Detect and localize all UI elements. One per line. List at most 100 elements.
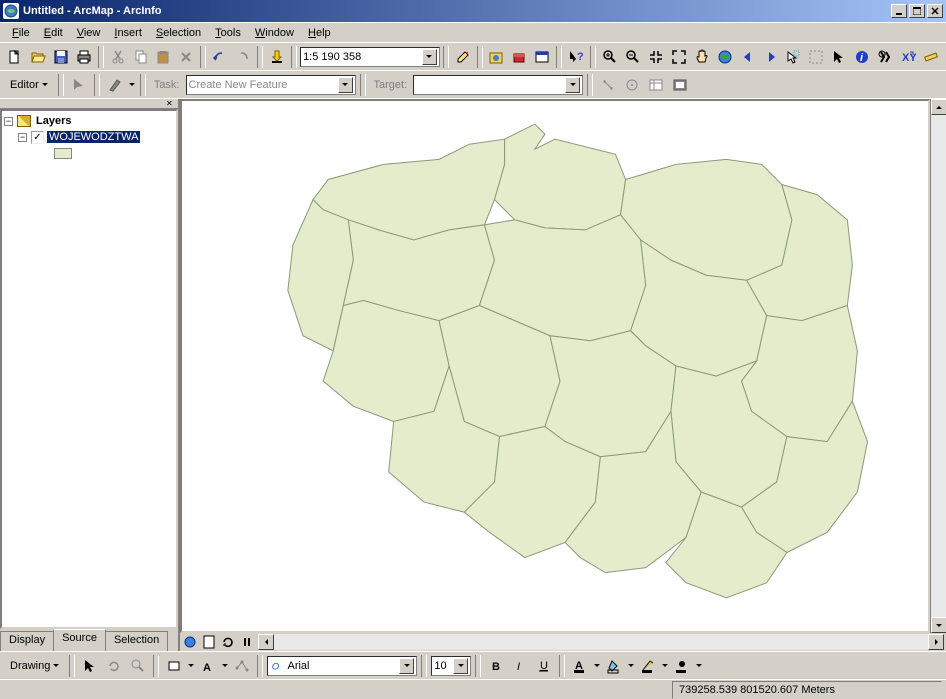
edit-tool-button[interactable] xyxy=(68,74,90,96)
copy-button[interactable] xyxy=(130,46,152,68)
line-color-dropdown[interactable] xyxy=(661,664,669,667)
find-button[interactable] xyxy=(874,46,896,68)
font-select[interactable]: O Arial xyxy=(267,656,417,676)
open-button[interactable] xyxy=(27,46,49,68)
clear-selection-button[interactable] xyxy=(805,46,827,68)
new-text-button[interactable]: A xyxy=(197,655,219,677)
italic-button[interactable]: I xyxy=(509,655,531,677)
shape-dropdown[interactable] xyxy=(187,664,195,667)
pause-button[interactable] xyxy=(239,634,255,650)
measure-button[interactable] xyxy=(920,46,942,68)
toc-tree[interactable]: − Layers − WOJEWODZTWA xyxy=(0,109,178,629)
font-color-button[interactable]: A xyxy=(569,655,591,677)
tree-toggle-layer[interactable]: − xyxy=(18,133,27,142)
layer-checkbox[interactable] xyxy=(31,131,44,144)
horizontal-scrollbar[interactable] xyxy=(258,634,944,650)
scroll-down-button[interactable] xyxy=(931,617,946,633)
menu-insert[interactable]: Insert xyxy=(108,25,148,41)
full-extent-button[interactable] xyxy=(714,46,736,68)
task-select[interactable]: Create New Feature xyxy=(186,75,356,95)
rotate-button[interactable] xyxy=(103,655,125,677)
next-extent-button[interactable] xyxy=(760,46,782,68)
redo-button[interactable] xyxy=(232,46,254,68)
new-rectangle-button[interactable] xyxy=(163,655,185,677)
tree-layer-row[interactable]: − WOJEWODZTWA xyxy=(4,129,174,145)
font-color-dropdown[interactable] xyxy=(593,664,601,667)
command-line-button[interactable] xyxy=(531,46,553,68)
zoom-to-selected-button[interactable] xyxy=(127,655,149,677)
new-button[interactable] xyxy=(4,46,26,68)
arctoolbox-button[interactable] xyxy=(508,46,530,68)
sketch-dropdown[interactable] xyxy=(128,83,136,86)
attributes-button[interactable] xyxy=(645,74,667,96)
drawing-toolbar: Drawing A O Arial 10 B I U A xyxy=(0,651,946,679)
layer-name-label[interactable]: WOJEWODZTWA xyxy=(47,131,140,143)
scroll-left-button[interactable] xyxy=(258,634,274,650)
data-view-button[interactable] xyxy=(182,634,198,650)
layer-symbol-swatch[interactable] xyxy=(54,148,72,159)
maximize-button[interactable] xyxy=(909,4,925,18)
select-elements-button-2[interactable] xyxy=(79,655,101,677)
arccatalog-button[interactable] xyxy=(486,46,508,68)
split-tool-button[interactable] xyxy=(597,74,619,96)
identify-button[interactable]: i xyxy=(851,46,873,68)
edit-vertices-button[interactable] xyxy=(231,655,253,677)
sketch-properties-button[interactable] xyxy=(669,74,691,96)
go-to-xy-button[interactable]: XY xyxy=(897,46,919,68)
select-elements-button[interactable] xyxy=(828,46,850,68)
marker-color-button[interactable] xyxy=(671,655,693,677)
toc-close-button[interactable]: ✕ xyxy=(166,100,176,108)
select-features-button[interactable] xyxy=(783,46,805,68)
editor-toolbar-button[interactable] xyxy=(452,46,474,68)
minimize-button[interactable] xyxy=(891,4,907,18)
tree-symbol-row[interactable] xyxy=(4,145,174,161)
scale-input[interactable]: 1:5 190 358 xyxy=(300,47,440,67)
scroll-up-button[interactable] xyxy=(931,99,946,115)
menu-file[interactable]: File xyxy=(6,25,36,41)
menu-selection[interactable]: Selection xyxy=(150,25,207,41)
whats-this-button[interactable]: ? xyxy=(565,46,587,68)
scroll-right-button[interactable] xyxy=(928,634,944,650)
menu-edit[interactable]: Edit xyxy=(38,25,69,41)
delete-button[interactable] xyxy=(175,46,197,68)
drawing-menu-button[interactable]: Drawing xyxy=(4,658,65,674)
sketch-tool-button[interactable] xyxy=(104,74,126,96)
menu-window[interactable]: Window xyxy=(249,25,300,41)
cut-button[interactable] xyxy=(107,46,129,68)
vertical-scrollbar[interactable] xyxy=(930,99,946,633)
fill-color-dropdown[interactable] xyxy=(627,664,635,667)
fill-color-button[interactable] xyxy=(603,655,625,677)
menu-view[interactable]: View xyxy=(71,25,107,41)
editor-menu-button[interactable]: Editor xyxy=(4,77,54,93)
add-data-button[interactable] xyxy=(266,46,288,68)
font-size-select[interactable]: 10 xyxy=(431,656,471,676)
save-button[interactable] xyxy=(50,46,72,68)
layout-view-button[interactable] xyxy=(201,634,217,650)
line-color-button[interactable] xyxy=(637,655,659,677)
paste-button[interactable] xyxy=(153,46,175,68)
close-button[interactable] xyxy=(927,4,943,18)
text-dropdown[interactable] xyxy=(221,664,229,667)
bold-button[interactable]: B xyxy=(485,655,507,677)
print-button[interactable] xyxy=(73,46,95,68)
toc-tab-selection[interactable]: Selection xyxy=(105,631,168,651)
tree-toggle-root[interactable]: − xyxy=(4,117,13,126)
marker-color-dropdown[interactable] xyxy=(695,664,703,667)
refresh-button[interactable] xyxy=(220,634,236,650)
fixed-zoom-in-button[interactable] xyxy=(645,46,667,68)
toc-tab-display[interactable]: Display xyxy=(0,631,54,651)
rotate-tool-button[interactable] xyxy=(621,74,643,96)
zoom-out-button[interactable] xyxy=(622,46,644,68)
menu-tools[interactable]: Tools xyxy=(209,25,247,41)
menu-help[interactable]: Help xyxy=(302,25,337,41)
prev-extent-button[interactable] xyxy=(737,46,759,68)
pan-button[interactable] xyxy=(691,46,713,68)
toc-tab-source[interactable]: Source xyxy=(53,629,106,651)
zoom-in-button[interactable] xyxy=(599,46,621,68)
fixed-zoom-out-button[interactable] xyxy=(668,46,690,68)
map-canvas[interactable] xyxy=(180,99,930,633)
underline-button[interactable]: U xyxy=(533,655,555,677)
tree-root-row[interactable]: − Layers xyxy=(4,113,174,129)
undo-button[interactable] xyxy=(209,46,231,68)
target-select[interactable] xyxy=(413,75,583,95)
